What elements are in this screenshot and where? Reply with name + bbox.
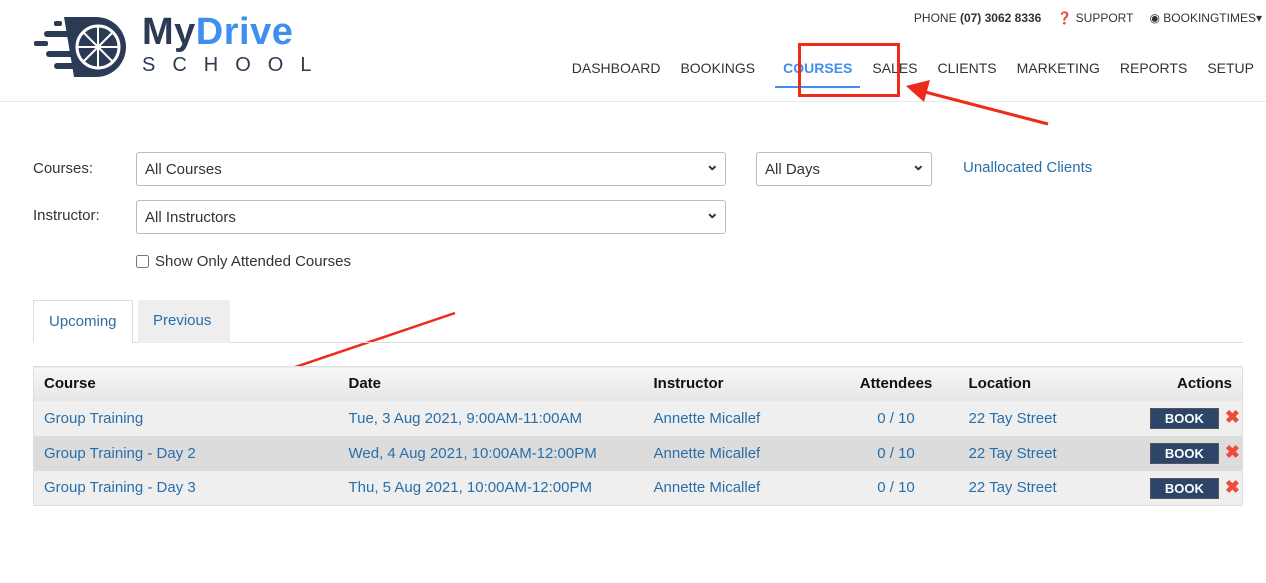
courses-table: Course Date Instructor Attendees Locatio… [33, 366, 1243, 506]
course-link[interactable]: Group Training - Day 3 [33, 470, 339, 506]
table-row: Group Training Tue, 3 Aug 2021, 9:00AM-1… [33, 400, 1243, 436]
col-location: Location [958, 366, 1109, 401]
table-row: Group Training - Day 3 Thu, 5 Aug 2021, … [33, 470, 1243, 506]
location-link[interactable]: 22 Tay Street [958, 435, 1109, 471]
tab-previous[interactable]: Previous [138, 300, 230, 343]
course-link[interactable]: Group Training [33, 400, 339, 436]
attended-label: Show Only Attended Courses [155, 253, 351, 270]
date-link[interactable]: Thu, 5 Aug 2021, 10:00AM-12:00PM [338, 470, 644, 506]
col-actions: Actions [1108, 366, 1243, 401]
attendees-link[interactable]: 0 / 10 [833, 400, 959, 436]
table-row: Group Training - Day 2 Wed, 4 Aug 2021, … [33, 435, 1243, 471]
actions-cell: BOOK ✖ [1108, 470, 1243, 506]
courses-label: Courses: [33, 160, 94, 177]
instructor-link[interactable]: Annette Micallef [643, 435, 834, 471]
book-button[interactable]: BOOK [1149, 477, 1219, 499]
instructor-select[interactable]: All Instructors [136, 200, 726, 234]
actions-cell: BOOK ✖ [1108, 435, 1243, 471]
book-button[interactable]: BOOK [1149, 408, 1219, 429]
attended-checkbox[interactable] [136, 255, 149, 268]
date-link[interactable]: Wed, 4 Aug 2021, 10:00AM-12:00PM [338, 435, 644, 471]
arrow-head-icon [906, 80, 930, 102]
attendees-link[interactable]: 0 / 10 [833, 435, 959, 471]
delete-x-icon[interactable]: ✖ [1225, 407, 1240, 427]
instructor-link[interactable]: Annette Micallef [643, 470, 834, 506]
unallocated-clients-link[interactable]: Unallocated Clients [963, 159, 1092, 176]
col-instructor: Instructor [643, 366, 834, 401]
location-link[interactable]: 22 Tay Street [958, 400, 1109, 436]
tabs: Upcoming Previous [33, 300, 1243, 343]
col-date: Date [338, 366, 644, 401]
attendees-link[interactable]: 0 / 10 [833, 470, 959, 506]
tab-upcoming[interactable]: Upcoming [33, 300, 133, 343]
book-button[interactable]: BOOK [1149, 443, 1219, 464]
actions-cell: BOOK ✖ [1108, 400, 1243, 436]
delete-x-icon[interactable]: ✖ [1225, 477, 1240, 497]
col-course: Course [33, 366, 339, 401]
date-link[interactable]: Tue, 3 Aug 2021, 9:00AM-11:00AM [338, 400, 644, 436]
col-attendees: Attendees [833, 366, 959, 401]
courses-select[interactable]: All Courses [136, 152, 726, 186]
location-link[interactable]: 22 Tay Street [958, 470, 1109, 506]
instructor-link[interactable]: Annette Micallef [643, 400, 834, 436]
instructor-label: Instructor: [33, 207, 100, 224]
delete-x-icon[interactable]: ✖ [1225, 442, 1240, 462]
course-link[interactable]: Group Training - Day 2 [33, 435, 339, 471]
days-select[interactable]: All Days [756, 152, 932, 186]
